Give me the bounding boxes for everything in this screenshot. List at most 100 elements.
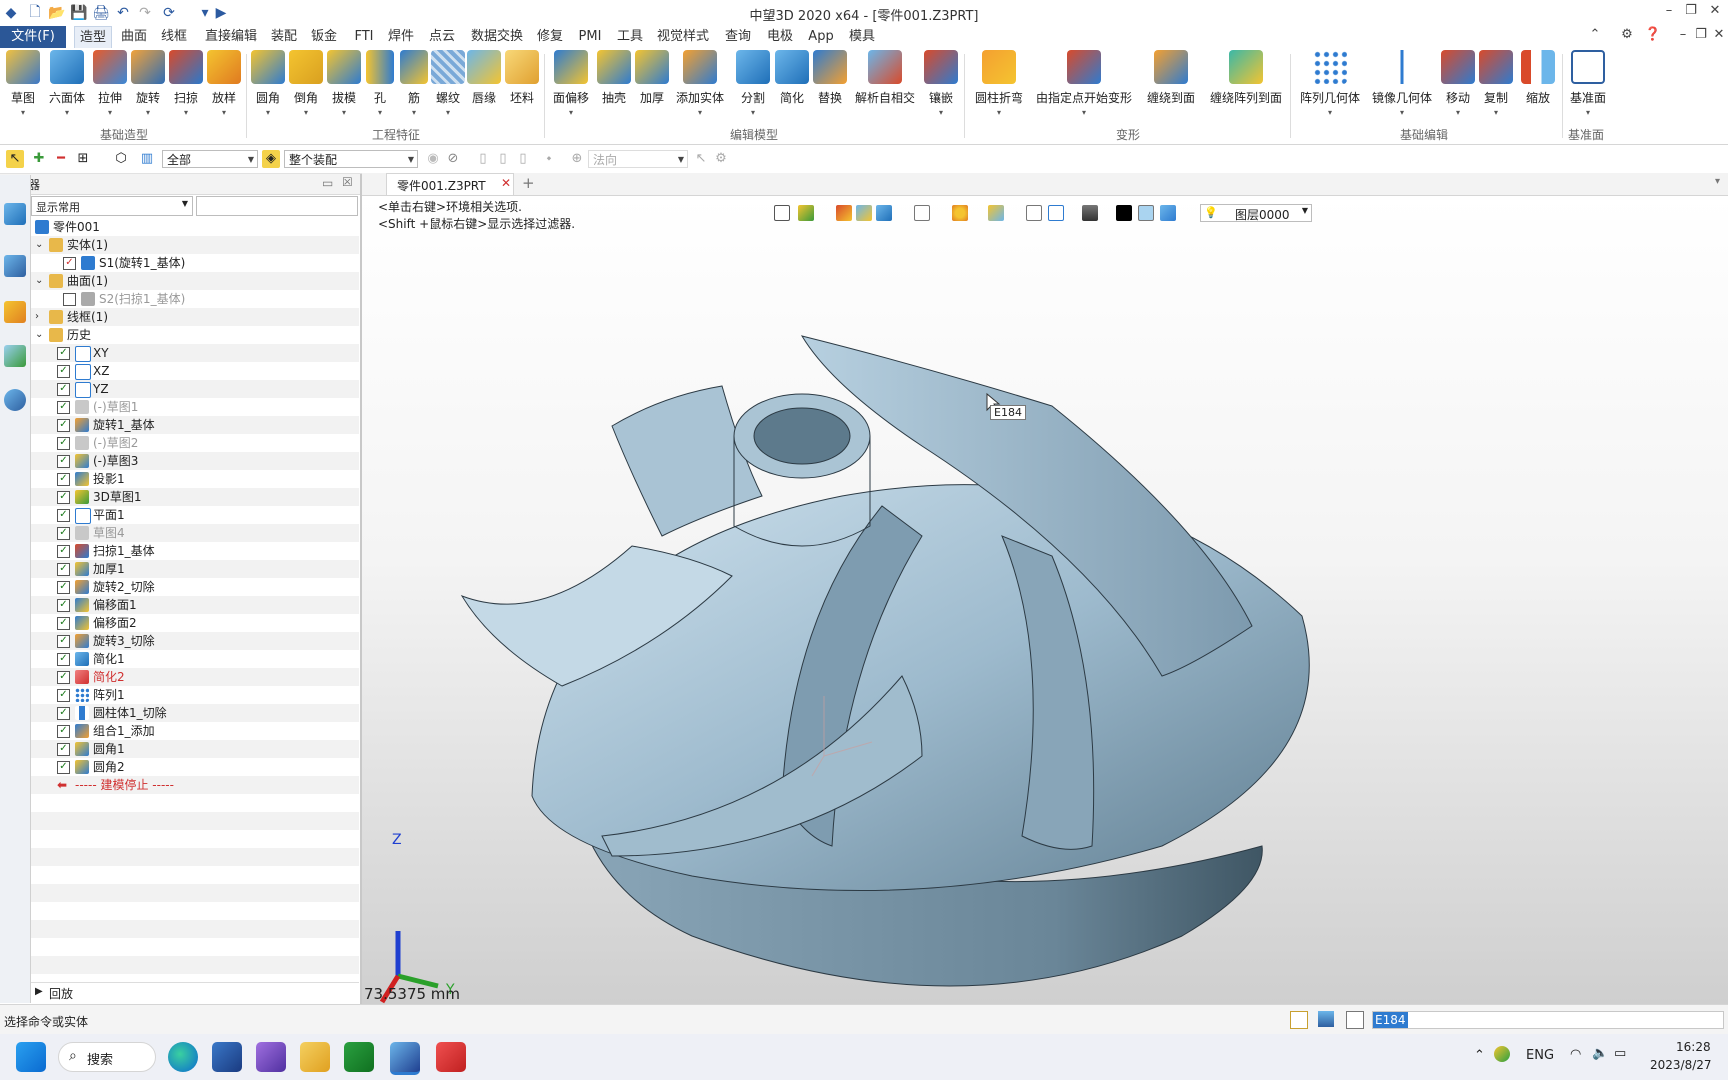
visibility-checkbox[interactable]: ✓ [57,473,70,486]
tray-app-icon[interactable] [1494,1046,1510,1062]
visibility-checkbox[interactable]: ✓ [57,383,70,396]
visibility-checkbox[interactable]: ✓ [57,617,70,630]
box-button[interactable]: 六面体 ▾ [46,50,88,117]
wifi-icon[interactable]: ◠ [1570,1047,1581,1062]
resolve-self-intersect-button[interactable]: 解析自相交 [852,50,918,106]
visibility-checkbox[interactable]: ✓ [57,563,70,576]
lip-button[interactable]: 唇缘 [466,50,502,106]
tree-row[interactable]: S2(扫掠1_基体) [31,290,359,308]
split-button[interactable]: 分割 ▾ [734,50,772,117]
visibility-checkbox[interactable] [63,293,76,306]
tree-row[interactable]: ✓ 圆角2 [31,758,359,776]
new-tab-icon[interactable]: + [522,174,535,192]
add-select-icon[interactable]: ✚ [30,150,48,168]
visibility-checkbox[interactable]: ✓ [57,689,70,702]
menu-fti[interactable]: FTI [350,26,378,48]
tree-row[interactable]: ✓ (-)草图3 [31,452,359,470]
close-panel-icon[interactable]: ☒ [342,175,353,189]
tree-row[interactable]: ✓ 组合1_添加 [31,722,359,740]
tree-row[interactable]: ✓ 加厚1 [31,560,359,578]
mirror-geometry-button[interactable]: 镜像几何体 ▾ [1368,50,1436,117]
tree-row[interactable]: ✓ 简化1 [31,650,359,668]
assembly-scope-select[interactable]: 整个装配 ▼ [284,150,418,168]
language-indicator[interactable]: ENG [1526,1048,1554,1063]
file-explorer-icon[interactable] [300,1042,330,1072]
tree-row[interactable]: ⌄ 历史 [31,326,359,344]
tree-row[interactable]: ✓ 圆柱体1_切除 [31,704,359,722]
tree-row[interactable]: › 线框(1) [31,308,359,326]
user-manager-icon[interactable] [4,389,26,411]
tree-row[interactable]: ✓ 偏移面2 [31,614,359,632]
face-offset-button[interactable]: 面偏移 ▾ [550,50,592,117]
visibility-checkbox[interactable]: ✓ [57,365,70,378]
copy-button[interactable]: 复制 ▾ [1478,50,1514,117]
add-solid-button[interactable]: 添加实体 ▾ [672,50,728,117]
tree-row[interactable]: ✓ 平面1 [31,506,359,524]
help-icon[interactable]: ❓ [1642,27,1664,47]
visibility-checkbox[interactable]: ✓ [57,491,70,504]
visibility-checkbox[interactable]: ✓ [57,401,70,414]
tree-row[interactable]: ✓ 旋转2_切除 [31,578,359,596]
visibility-checkbox[interactable]: ✓ [57,725,70,738]
simplify-button[interactable]: 简化 [774,50,810,106]
tree-row[interactable]: ✓ 圆角1 [31,740,359,758]
visibility-checkbox[interactable]: ✓ [57,671,70,684]
collapse-ribbon-icon[interactable]: ⌃ [1584,27,1606,47]
tree-search-input[interactable] [196,196,358,216]
visibility-checkbox[interactable]: ✓ [57,599,70,612]
thicken-button[interactable]: 加厚 [634,50,670,106]
tree-row[interactable]: ✓ 扫掠1_基体 [31,542,359,560]
pattern-geometry-button[interactable]: 阵列几何体 ▾ [1298,50,1362,117]
tree-row[interactable]: ✓ XY [31,344,359,362]
status-toggle-icon-1[interactable] [1290,1011,1308,1029]
shell-button[interactable]: 抽壳 [596,50,632,106]
tree-row[interactable]: ✓ 旋转3_切除 [31,632,359,650]
menu-sheetmetal[interactable]: 钣金 [308,26,340,48]
tree-row[interactable]: ✓ YZ [31,380,359,398]
tree-row[interactable]: ⬅ ----- 建模停止 ----- [31,776,359,794]
tree-row[interactable]: ✓ S1(旋转1_基体) [31,254,359,272]
remove-select-icon[interactable]: ━ [52,150,70,168]
taskbar-search[interactable]: 搜索 ⌕ [58,1042,156,1072]
assembly-scope-icon[interactable]: ◈ [262,150,280,168]
zw3d-taskbar-icon[interactable] [390,1042,420,1075]
tree-row[interactable]: ⌄ 曲面(1) [31,272,359,290]
chamfer-button[interactable]: 倒角 ▾ [288,50,324,117]
impeller-model[interactable] [362,196,1728,1004]
deform-from-point-button[interactable]: 由指定点开始变形 ▾ [1034,50,1134,117]
menu-visual-style[interactable]: 视觉样式 [656,26,710,48]
status-toggle-icon-3[interactable] [1346,1011,1364,1029]
fillet-button[interactable]: 圆角 ▾ [250,50,286,117]
3d-viewport[interactable]: <单击右键>环境相关选项. <Shift +鼠标右键>显示选择过滤器. 💡 图层… [362,196,1728,1004]
status-toggle-icon-2[interactable] [1318,1011,1334,1027]
menu-pmi[interactable]: PMI [576,26,604,48]
tree-row[interactable]: ✓ XZ [31,362,359,380]
menu-app[interactable]: App [806,26,836,48]
tab-list-icon[interactable]: ▾ [1715,176,1720,187]
menu-electrode[interactable]: 电极 [764,26,796,48]
menu-repair[interactable]: 修复 [534,26,566,48]
tree-row[interactable]: ✓ 投影1 [31,470,359,488]
app-purple-icon[interactable] [256,1042,286,1072]
windows-start-icon[interactable] [16,1042,46,1072]
assembly-manager-icon[interactable] [4,255,26,277]
tree-row[interactable]: ✓ 草图4 [31,524,359,542]
visibility-checkbox[interactable]: ✓ [57,347,70,360]
visibility-checkbox[interactable]: ✓ [57,761,70,774]
playback-bar[interactable]: ▶ 回放 [31,982,359,1003]
wps-icon[interactable] [436,1042,466,1072]
visibility-checkbox[interactable]: ✓ [63,257,76,270]
menu-query[interactable]: 查询 [722,26,754,48]
rib-button[interactable]: 筋 ▾ [398,50,430,117]
visibility-checkbox[interactable]: ✓ [57,743,70,756]
menu-point-cloud[interactable]: 点云 [426,26,458,48]
visibility-checkbox[interactable]: ✓ [57,437,70,450]
doc-close-icon[interactable]: ✕ [1708,27,1728,47]
visibility-checkbox[interactable]: ✓ [57,455,70,468]
menu-assembly[interactable]: 装配 [268,26,300,48]
menu-data-exchange[interactable]: 数据交换 [470,26,524,48]
pin-panel-icon[interactable]: ▭ [322,176,333,190]
menu-tools[interactable]: 工具 [614,26,646,48]
menu-direct-edit[interactable]: 直接编辑 [204,26,258,48]
thread-button[interactable]: 螺纹 ▾ [430,50,466,117]
